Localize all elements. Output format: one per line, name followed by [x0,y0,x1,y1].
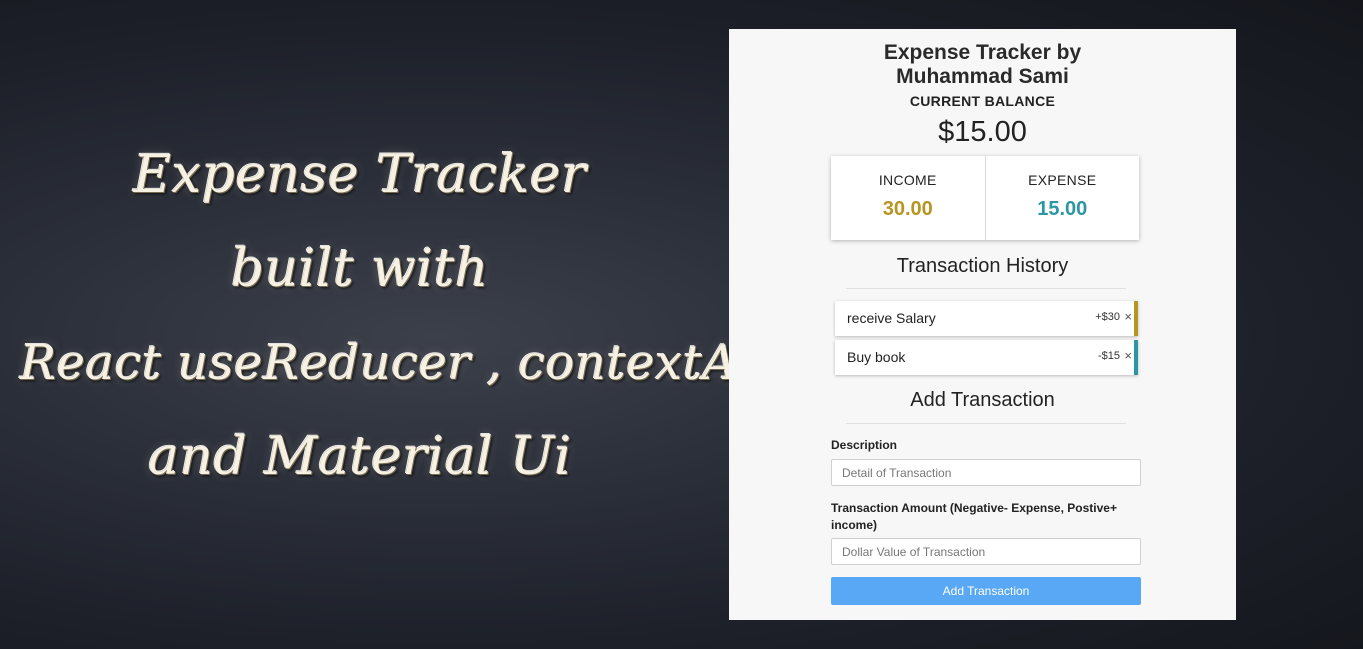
add-divider [846,423,1126,424]
banner-line-1: Expense Tracker [133,145,587,205]
app-title: Expense Tracker by Muhammad Sami [729,41,1236,89]
expense-tracker-app: Expense Tracker by Muhammad Sami CURRENT… [729,29,1236,620]
transaction-amount: +$30 [1095,311,1120,323]
transaction-description: receive Salary [847,310,936,326]
transaction-item: receive Salary +$30 × [835,301,1138,336]
delete-transaction-icon[interactable]: × [1124,348,1132,363]
delete-transaction-icon[interactable]: × [1124,309,1132,324]
add-transaction-button[interactable]: Add Transaction [831,577,1141,605]
income-expense-summary: INCOME 30.00 EXPENSE 15.00 [831,156,1139,240]
income-value: 30.00 [882,198,933,220]
balance-label: CURRENT BALANCE [909,93,1056,109]
amount-input[interactable] [831,538,1141,565]
transaction-item: Buy book -$15 × [835,340,1138,375]
transaction-list: receive Salary +$30 × Buy book -$15 × [835,301,1138,379]
transaction-amount: -$15 [1097,350,1120,362]
hero-banner: Expense Tracker built with React useRedu… [20,128,785,504]
banner-line-2: built with [231,239,489,299]
description-input[interactable] [831,459,1141,486]
income-label: INCOME [878,172,937,188]
description-label: Description [831,438,898,452]
add-transaction-title: Add Transaction [910,389,1055,411]
expense-box: EXPENSE 15.00 [984,156,1140,240]
expense-value: 15.00 [1037,198,1088,220]
transaction-description: Buy book [847,349,906,365]
app-title-line-2: Muhammad Sami [896,65,1069,88]
amount-label: Transaction Amount (Negative- Expense, P… [831,501,1117,532]
banner-line-4: and Material Ui [148,427,572,487]
banner-line-3: React useReducer , contextApi [20,335,785,391]
expense-label: EXPENSE [1028,172,1097,188]
income-box: INCOME 30.00 [831,156,985,240]
app-title-line-1: Expense Tracker by [883,41,1082,64]
balance-value: $15.00 [938,116,1027,148]
history-divider [846,288,1126,289]
transaction-history-title: Transaction History [896,255,1069,277]
